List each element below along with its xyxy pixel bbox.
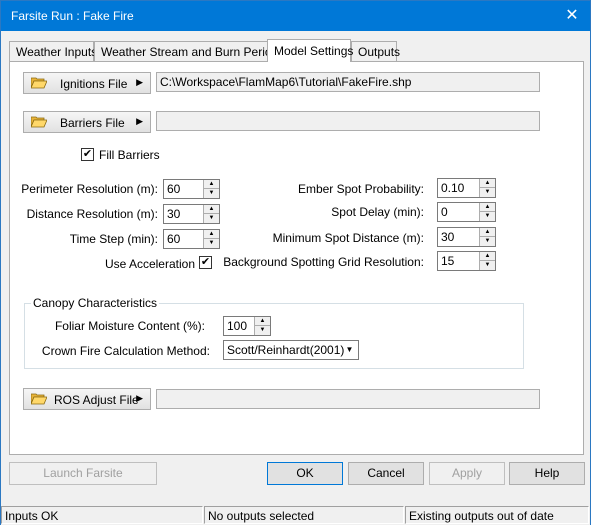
fill-barriers-label: Fill Barriers — [99, 148, 160, 162]
triangle-up-icon[interactable]: ▲ — [480, 252, 495, 261]
folder-open-icon — [31, 116, 47, 128]
distance-resolution-value: 30 — [167, 207, 181, 221]
launch-farsite-button[interactable]: Launch Farsite — [9, 462, 157, 485]
status-existing-outputs: Existing outputs out of date — [405, 506, 589, 524]
distance-resolution-label: Distance Resolution (m): — [26, 207, 158, 221]
minimum-spot-distance-value: 30 — [441, 230, 455, 244]
triangle-right-icon: ▶ — [136, 116, 143, 126]
background-spotting-grid-spinner[interactable]: 15 ▲ ▼ — [437, 251, 496, 271]
crown-fire-method-label: Crown Fire Calculation Method: — [41, 344, 210, 358]
perimeter-resolution-spinner[interactable]: 60 ▲ ▼ — [163, 179, 220, 199]
barriers-file-label: Barriers File — [60, 116, 125, 130]
barriers-path-field[interactable] — [156, 111, 540, 131]
spot-delay-label: Spot Delay (min): — [331, 205, 424, 219]
tab-outputs[interactable]: Outputs — [351, 41, 400, 61]
fill-barriers-checkbox[interactable]: ✔ — [81, 148, 94, 161]
triangle-right-icon: ▶ — [136, 77, 143, 87]
foliar-moisture-spinner[interactable]: 100 ▲ ▼ — [223, 316, 271, 336]
apply-button[interactable]: Apply — [429, 462, 505, 485]
spinner-arrows: ▲ ▼ — [203, 180, 219, 198]
checkmark-icon: ✔ — [200, 256, 211, 268]
background-spotting-grid-label: Background Spotting Grid Resolution: — [223, 255, 424, 269]
tab-model-settings[interactable]: Model Settings — [267, 39, 353, 62]
background-spotting-grid-value: 15 — [441, 254, 455, 268]
triangle-down-icon[interactable]: ▼ — [204, 214, 219, 223]
triangle-up-icon[interactable]: ▲ — [480, 203, 495, 212]
triangle-down-icon[interactable]: ▼ — [204, 239, 219, 248]
help-button[interactable]: Help — [509, 462, 585, 485]
crown-fire-method-select[interactable]: Scott/Reinhardt(2001) ▼ — [223, 340, 359, 360]
spot-delay-spinner[interactable]: 0 ▲ ▼ — [437, 202, 496, 222]
spinner-arrows: ▲ ▼ — [479, 179, 495, 197]
triangle-up-icon[interactable]: ▲ — [480, 179, 495, 188]
tab-weather-inputs[interactable]: Weather Inputs — [9, 41, 97, 61]
tab-weather-stream[interactable]: Weather Stream and Burn Periods — [94, 41, 284, 61]
cancel-button[interactable]: Cancel — [348, 462, 424, 485]
ok-button[interactable]: OK — [267, 462, 343, 485]
triangle-down-icon[interactable]: ▼ — [480, 261, 495, 270]
foliar-moisture-label: Foliar Moisture Content (%): — [54, 319, 205, 333]
title-bar[interactable]: Farsite Run : Fake Fire ✕ — [1, 1, 590, 31]
status-outputs: No outputs selected — [204, 506, 404, 524]
folder-open-icon — [31, 77, 47, 89]
ignitions-file-label: Ignitions File — [60, 77, 128, 91]
status-inputs: Inputs OK — [1, 506, 203, 524]
checkmark-icon: ✔ — [82, 148, 93, 160]
ignitions-path-field[interactable]: C:\Workspace\FlamMap6\Tutorial\FakeFire.… — [156, 72, 540, 92]
spinner-arrows: ▲ ▼ — [479, 203, 495, 221]
triangle-down-icon[interactable]: ▼ — [480, 188, 495, 197]
spinner-arrows: ▲ ▼ — [479, 252, 495, 270]
time-step-label: Time Step (min): — [69, 232, 158, 246]
spinner-arrows: ▲ ▼ — [479, 228, 495, 246]
ros-adjust-file-button[interactable]: ROS Adjust File ▶ — [23, 388, 151, 410]
triangle-down-icon[interactable]: ▼ — [480, 237, 495, 246]
triangle-up-icon[interactable]: ▲ — [204, 205, 219, 214]
ros-adjust-path-field[interactable] — [156, 389, 540, 409]
time-step-spinner[interactable]: 60 ▲ ▼ — [163, 229, 220, 249]
triangle-down-icon[interactable]: ▼ — [480, 212, 495, 221]
triangle-up-icon[interactable]: ▲ — [480, 228, 495, 237]
chevron-down-icon: ▼ — [345, 345, 354, 354]
window-title: Farsite Run : Fake Fire — [11, 9, 134, 23]
triangle-down-icon[interactable]: ▼ — [204, 189, 219, 198]
status-bar: Inputs OK No outputs selected Existing o… — [1, 504, 590, 525]
perimeter-resolution-value: 60 — [167, 182, 181, 196]
use-acceleration-label: Use Acceleration — [104, 257, 195, 271]
folder-open-icon — [31, 393, 47, 405]
ros-adjust-file-label: ROS Adjust File — [54, 393, 139, 407]
ember-spot-probability-value: 0.10 — [441, 181, 465, 195]
triangle-up-icon[interactable]: ▲ — [255, 317, 270, 326]
canopy-characteristics-title: Canopy Characteristics — [31, 296, 160, 310]
foliar-moisture-value: 100 — [227, 319, 248, 333]
triangle-up-icon[interactable]: ▲ — [204, 180, 219, 189]
spinner-arrows: ▲ ▼ — [203, 230, 219, 248]
barriers-file-button[interactable]: Barriers File ▶ — [23, 111, 151, 133]
ember-spot-probability-spinner[interactable]: 0.10 ▲ ▼ — [437, 178, 496, 198]
minimum-spot-distance-label: Minimum Spot Distance (m): — [272, 231, 424, 245]
perimeter-resolution-label: Perimeter Resolution (m): — [21, 182, 158, 196]
ignitions-file-button[interactable]: Ignitions File ▶ — [23, 72, 151, 94]
close-icon[interactable]: ✕ — [560, 4, 584, 28]
model-settings-panel: Ignitions File ▶ C:\Workspace\FlamMap6\T… — [9, 61, 584, 455]
triangle-down-icon[interactable]: ▼ — [255, 326, 270, 335]
minimum-spot-distance-spinner[interactable]: 30 ▲ ▼ — [437, 227, 496, 247]
time-step-value: 60 — [167, 232, 181, 246]
spinner-arrows: ▲ ▼ — [203, 205, 219, 223]
triangle-right-icon: ▶ — [136, 393, 143, 403]
crown-fire-method-value: Scott/Reinhardt(2001) — [227, 343, 345, 357]
distance-resolution-spinner[interactable]: 30 ▲ ▼ — [163, 204, 220, 224]
triangle-up-icon[interactable]: ▲ — [204, 230, 219, 239]
ember-spot-probability-label: Ember Spot Probability: — [297, 182, 424, 196]
spot-delay-value: 0 — [441, 205, 448, 219]
farsite-run-window: Farsite Run : Fake Fire ✕ Weather Inputs… — [0, 0, 591, 525]
spinner-arrows: ▲ ▼ — [254, 317, 270, 335]
canopy-characteristics-group: Canopy Characteristics Foliar Moisture C… — [24, 296, 524, 369]
